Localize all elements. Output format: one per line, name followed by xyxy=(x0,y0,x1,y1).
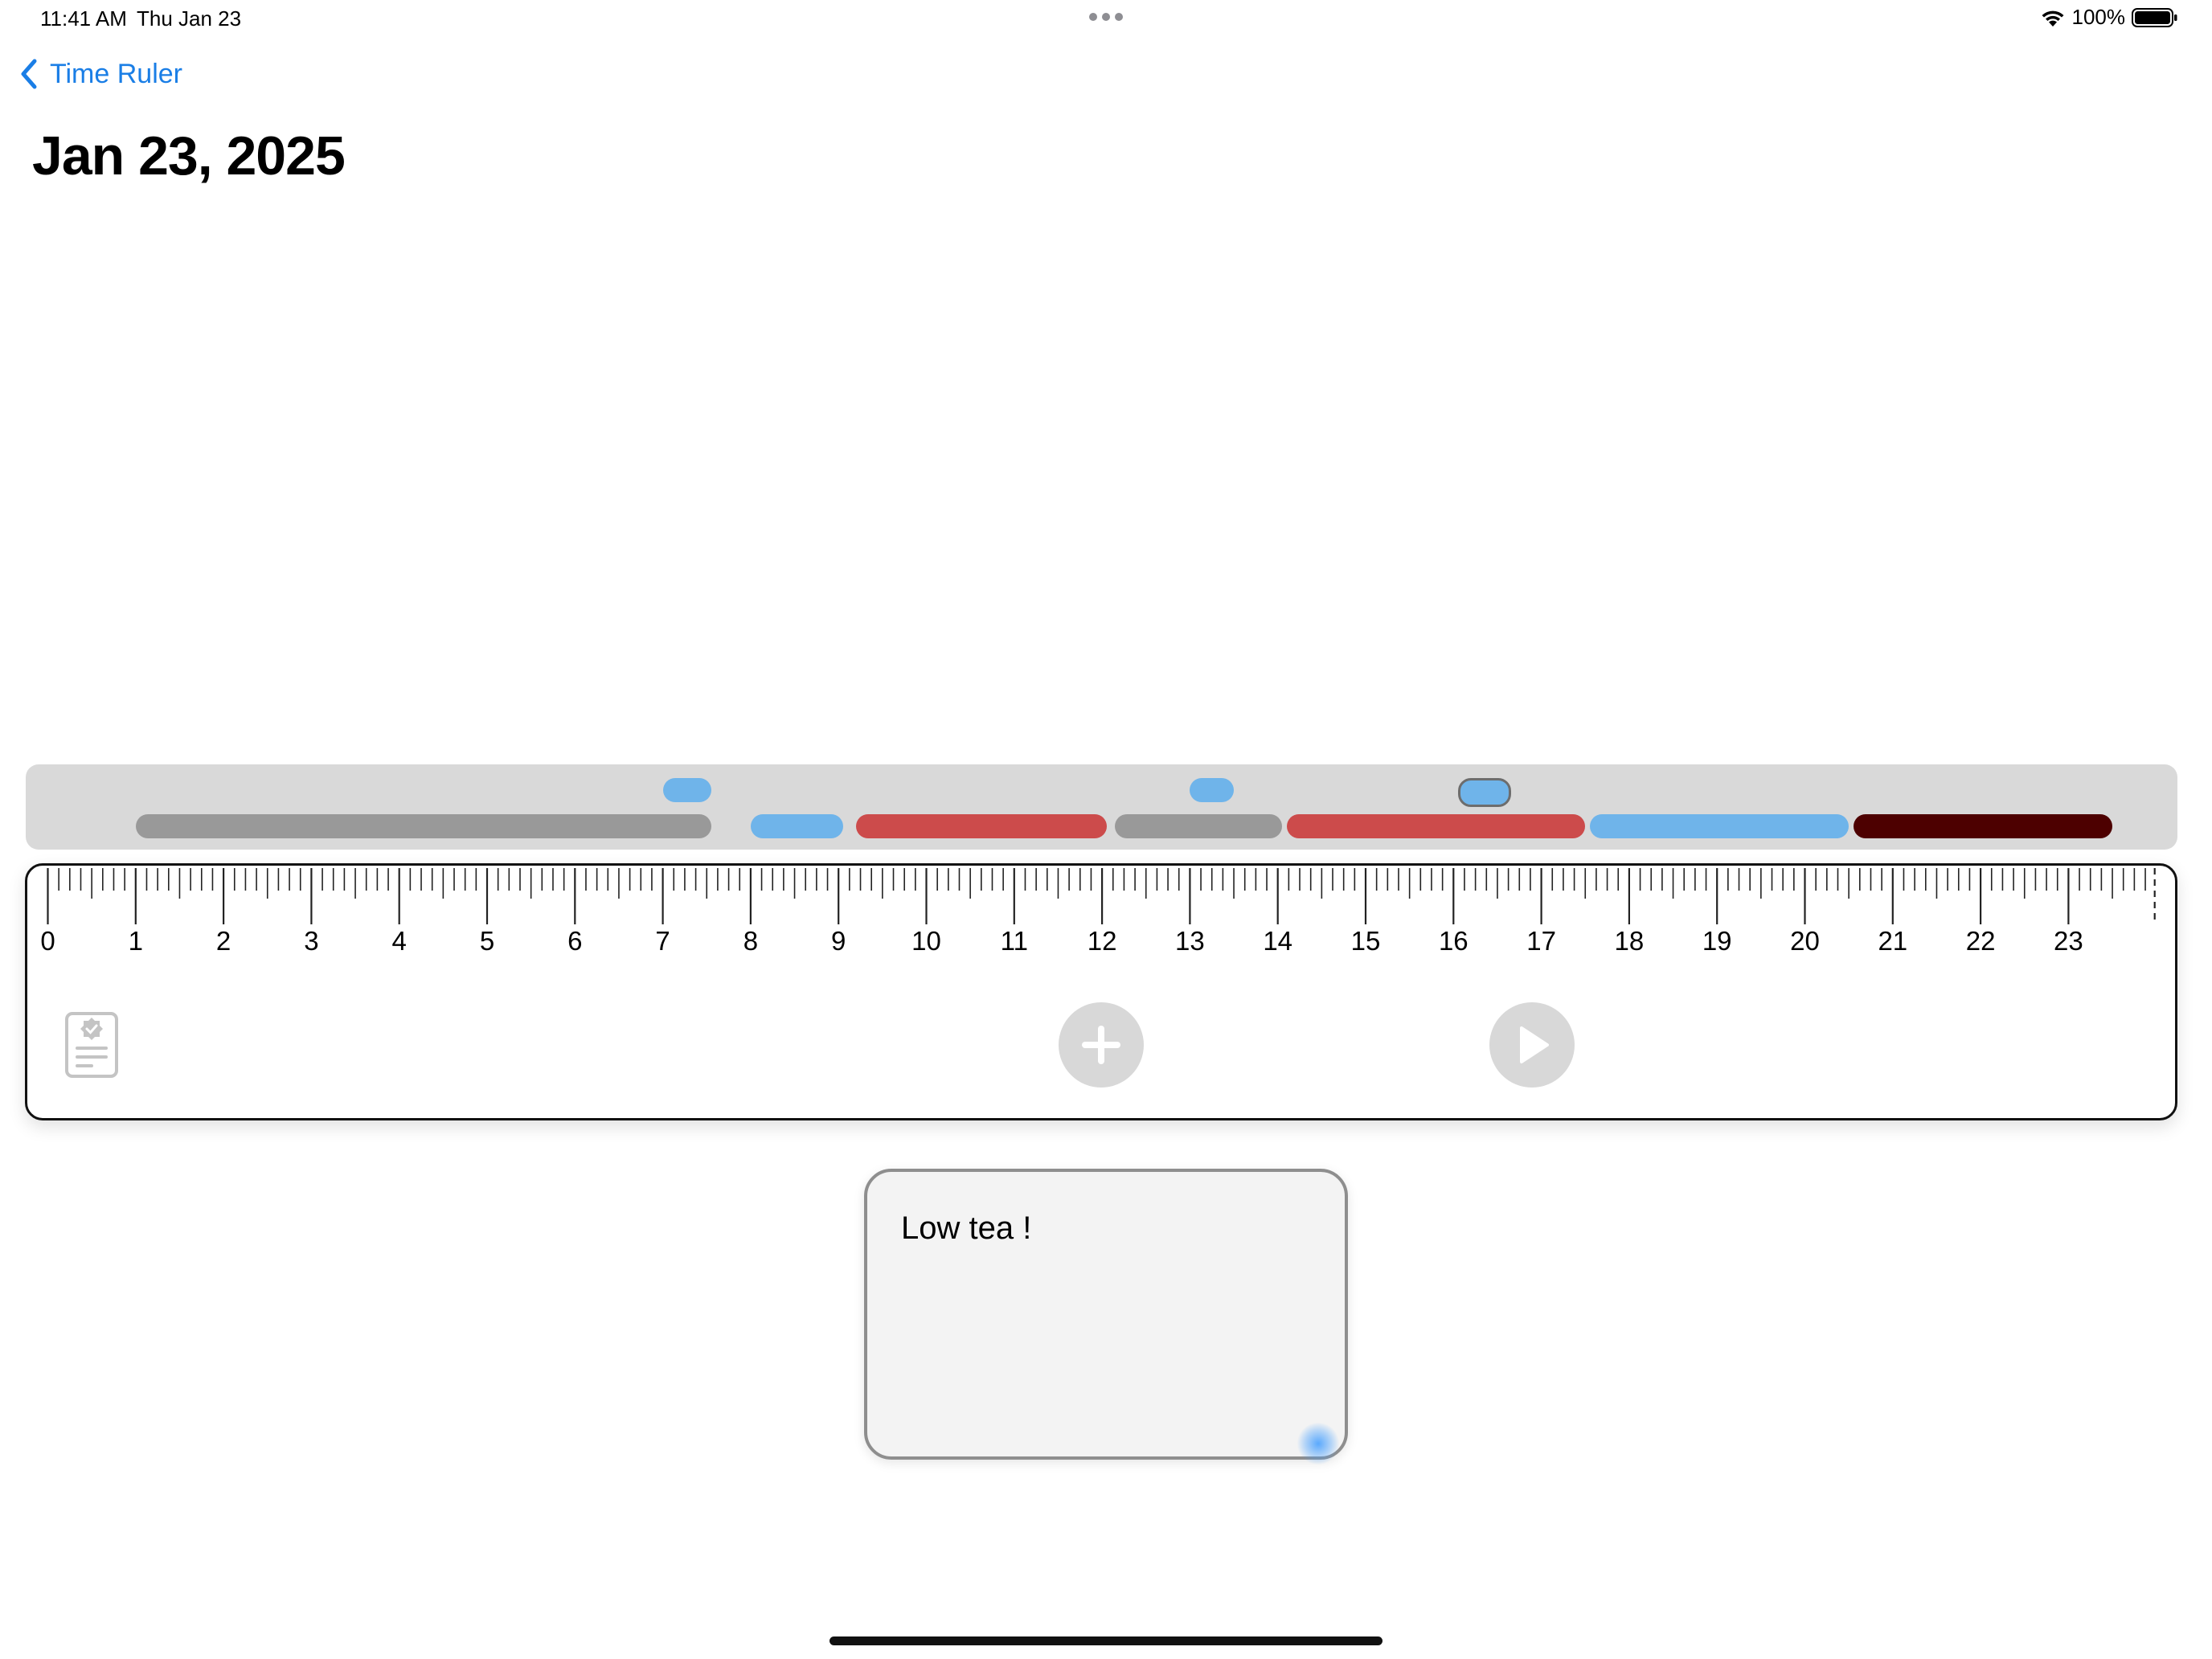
hour-label: 9 xyxy=(831,926,846,956)
hour-label: 8 xyxy=(743,926,759,956)
hour-label: 21 xyxy=(1878,926,1908,956)
plus-icon xyxy=(1082,1026,1120,1064)
home-indicator[interactable] xyxy=(830,1636,1382,1645)
note-text[interactable]: Low tea ! xyxy=(901,1210,1031,1247)
hour-label: 17 xyxy=(1526,926,1556,956)
hour-label: 16 xyxy=(1438,926,1469,956)
hour-label: 4 xyxy=(391,926,407,956)
hour-label: 2 xyxy=(215,926,231,956)
note-card[interactable]: Low tea ! xyxy=(864,1169,1348,1464)
add-button[interactable] xyxy=(1059,1002,1144,1088)
hour-label: 6 xyxy=(567,926,583,956)
hour-label: 13 xyxy=(1175,926,1205,956)
time-ruler[interactable] xyxy=(0,0,2212,965)
hour-label: 23 xyxy=(2054,926,2083,956)
hour-label: 15 xyxy=(1350,926,1381,956)
certificate-document-icon[interactable] xyxy=(64,1011,119,1079)
hour-label: 10 xyxy=(911,926,941,956)
hour-label: 22 xyxy=(1965,926,1996,956)
play-icon xyxy=(1520,1026,1549,1063)
hour-label: 5 xyxy=(479,926,495,956)
hour-label: 0 xyxy=(40,926,55,956)
hour-label: 20 xyxy=(1790,926,1820,956)
hour-label: 3 xyxy=(304,926,319,956)
hour-label: 7 xyxy=(655,926,670,956)
hour-label: 12 xyxy=(1087,926,1117,956)
hour-label: 1 xyxy=(128,926,143,956)
hour-label: 11 xyxy=(1000,926,1028,956)
hour-label: 19 xyxy=(1702,926,1732,956)
hour-label: 18 xyxy=(1614,926,1645,956)
play-button[interactable] xyxy=(1489,1002,1575,1088)
resize-handle-glow[interactable] xyxy=(1297,1423,1339,1464)
hour-label: 14 xyxy=(1263,926,1293,956)
